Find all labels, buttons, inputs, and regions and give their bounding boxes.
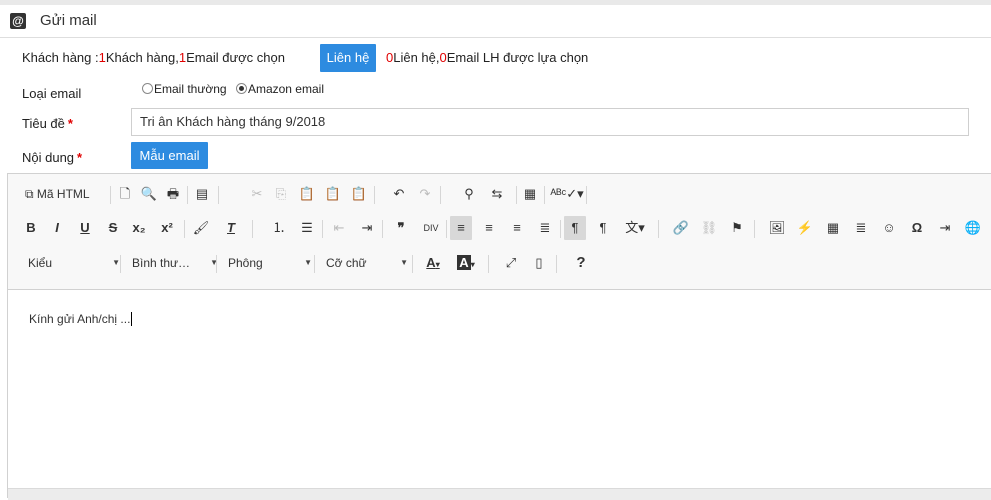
special-char-icon[interactable]: Ω <box>906 216 928 240</box>
ltr-icon[interactable]: ¶ <box>564 216 586 240</box>
customer-count: 1 <box>98 50 106 65</box>
paste-word-icon[interactable]: 📋 <box>348 182 370 206</box>
paste-text-icon[interactable]: 📋 <box>322 182 344 206</box>
contact-email-count: 0 <box>439 50 447 65</box>
anchor-flag-icon[interactable]: ⚑ <box>726 216 748 240</box>
templates-icon[interactable]: ▤ <box>191 182 213 206</box>
align-right-icon[interactable]: ≡ <box>506 216 528 240</box>
editor-status-bar <box>8 488 991 500</box>
font-size-combo[interactable]: Cỡ chữ ▼ <box>318 251 412 275</box>
print-icon[interactable]: 🖶 <box>162 182 184 206</box>
select-all-icon[interactable]: ▦ <box>519 182 541 206</box>
customer-summary: Khách hàng :1Khách hàng,1Email được chọn <box>22 50 285 65</box>
subject-input[interactable]: Tri ân Khách hàng tháng 9/2018 <box>131 108 969 136</box>
redo-icon[interactable]: ↷ <box>414 182 436 206</box>
horizontal-line-icon[interactable]: ≣ <box>850 216 872 240</box>
italic-icon[interactable]: I <box>46 216 68 240</box>
bg-color-icon[interactable]: A ▾ <box>452 251 480 275</box>
undo-icon[interactable]: ↶ <box>388 182 410 206</box>
align-left-icon[interactable]: ≡ <box>450 216 472 240</box>
email-type-radios: Email thường Amazon email <box>142 82 324 96</box>
rtl-icon[interactable]: ¶ <box>592 216 614 240</box>
iframe-globe-icon[interactable]: 🌐 <box>962 216 984 240</box>
new-page-icon[interactable]: 🗋 <box>114 182 136 206</box>
help-icon[interactable]: ? <box>570 251 592 275</box>
find-icon[interactable]: ⚲ <box>458 182 480 206</box>
customer-count-label: Khách hàng, <box>105 50 179 65</box>
source-button[interactable]: ⧉ Mã HTML <box>20 182 109 206</box>
source-icon: ⧉ <box>25 187 34 201</box>
email-template-button[interactable]: Mẫu email <box>131 142 208 169</box>
maximize-icon[interactable]: ⤢ <box>500 251 522 275</box>
contacts-button[interactable]: Liên hệ <box>320 44 376 72</box>
radio-normal-email[interactable]: Email thường <box>142 82 227 96</box>
email-type-label: Loại email <box>22 86 82 101</box>
preview-icon[interactable]: 🔍 <box>138 182 160 206</box>
language-icon[interactable]: 文▾ <box>620 216 650 240</box>
styles-combo[interactable]: Kiểu ▼ <box>20 251 124 275</box>
editor-toolbar: ⧉ Mã HTML 🗋 🔍 🖶 ▤ ✂ ⎘ 📋 📋 📋 ↶ ↷ ⚲ ⇆ ▦ ᴬᴮ… <box>8 174 991 290</box>
justify-icon[interactable]: ≣ <box>534 216 556 240</box>
customer-email-label: Email được chọn <box>186 50 285 65</box>
subscript-icon[interactable]: x₂ <box>128 216 150 240</box>
div-container-icon[interactable]: DIV <box>420 216 442 240</box>
bold-icon[interactable]: B <box>20 216 42 240</box>
strike-icon[interactable]: S <box>102 216 124 240</box>
align-center-icon[interactable]: ≡ <box>478 216 500 240</box>
link-icon[interactable]: 🔗 <box>670 216 692 240</box>
superscript-icon[interactable]: x² <box>156 216 178 240</box>
contact-count-label: Liên hệ, <box>393 50 440 65</box>
copy-format-icon[interactable]: 🖌 <box>190 216 212 240</box>
radio-amazon-email[interactable]: Amazon email <box>235 82 324 96</box>
format-combo[interactable]: Bình thư… ▼ <box>124 251 222 275</box>
text-caret <box>131 312 133 326</box>
unlink-icon[interactable]: ⛓ <box>698 216 720 240</box>
toolbar-row-1: ⧉ Mã HTML 🗋 🔍 🖶 ▤ ✂ ⎘ 📋 📋 📋 ↶ ↷ ⚲ ⇆ <box>16 182 516 206</box>
customer-prefix: Khách hàng : <box>22 50 99 65</box>
spellcheck-icon[interactable]: ᴬᴮᶜ✓▾ <box>550 182 584 206</box>
remove-format-icon[interactable]: T <box>220 216 242 240</box>
page-break-icon[interactable]: ⇥ <box>934 216 956 240</box>
content-label: Nội dung * <box>22 150 83 165</box>
underline-icon[interactable]: U <box>74 216 96 240</box>
indent-icon[interactable]: ⇥ <box>356 216 378 240</box>
text-color-icon[interactable]: A▾ <box>420 251 446 275</box>
toolbar-row-2: B I U S x₂ x² 🖌 T ⒈ ☰ ⇤ ⇥ ❞ DIV ≡ ≡ ≡ ≣ … <box>16 216 991 240</box>
copy-icon[interactable]: ⎘ <box>270 182 292 206</box>
numbered-list-icon[interactable]: ⒈ <box>268 216 290 240</box>
page-title: Gửi mail <box>40 12 97 29</box>
at-icon: @ <box>10 13 26 29</box>
table-icon[interactable]: ▦ <box>822 216 844 240</box>
image-icon[interactable]: 🖼 <box>766 216 788 240</box>
subject-label: Tiêu đề * <box>22 116 73 131</box>
font-combo[interactable]: Phông ▼ <box>220 251 316 275</box>
show-blocks-icon[interactable]: ▯ <box>528 251 550 275</box>
title-bar: @ Gửi mail <box>0 5 991 38</box>
blockquote-icon[interactable]: ❞ <box>390 216 412 240</box>
contact-summary: 0Liên hệ,0Email LH được lựa chọn <box>386 50 588 65</box>
replace-icon[interactable]: ⇆ <box>486 182 508 206</box>
bulleted-list-icon[interactable]: ☰ <box>296 216 318 240</box>
toolbar-row-1b: ▦ ᴬᴮᶜ✓▾ <box>516 182 596 206</box>
paste-icon[interactable]: 📋 <box>296 182 318 206</box>
flash-icon[interactable]: ⚡ <box>794 216 816 240</box>
toolbar-row-3: Kiểu ▼ Bình thư… ▼ Phông ▼ Cỡ chữ ▼ A▾ A ▾ ⤢ … <box>16 251 616 275</box>
cut-icon[interactable]: ✂ <box>246 182 268 206</box>
outdent-icon[interactable]: ⇤ <box>328 216 350 240</box>
smiley-icon[interactable]: ☺ <box>878 216 900 240</box>
editor-body[interactable]: Kính gửi Anh/chị ... <box>29 312 133 326</box>
contact-email-label: Email LH được lựa chọn <box>446 50 589 65</box>
rich-text-editor: ⧉ Mã HTML 🗋 🔍 🖶 ▤ ✂ ⎘ 📋 📋 📋 ↶ ↷ ⚲ ⇆ ▦ ᴬᴮ… <box>7 173 991 500</box>
